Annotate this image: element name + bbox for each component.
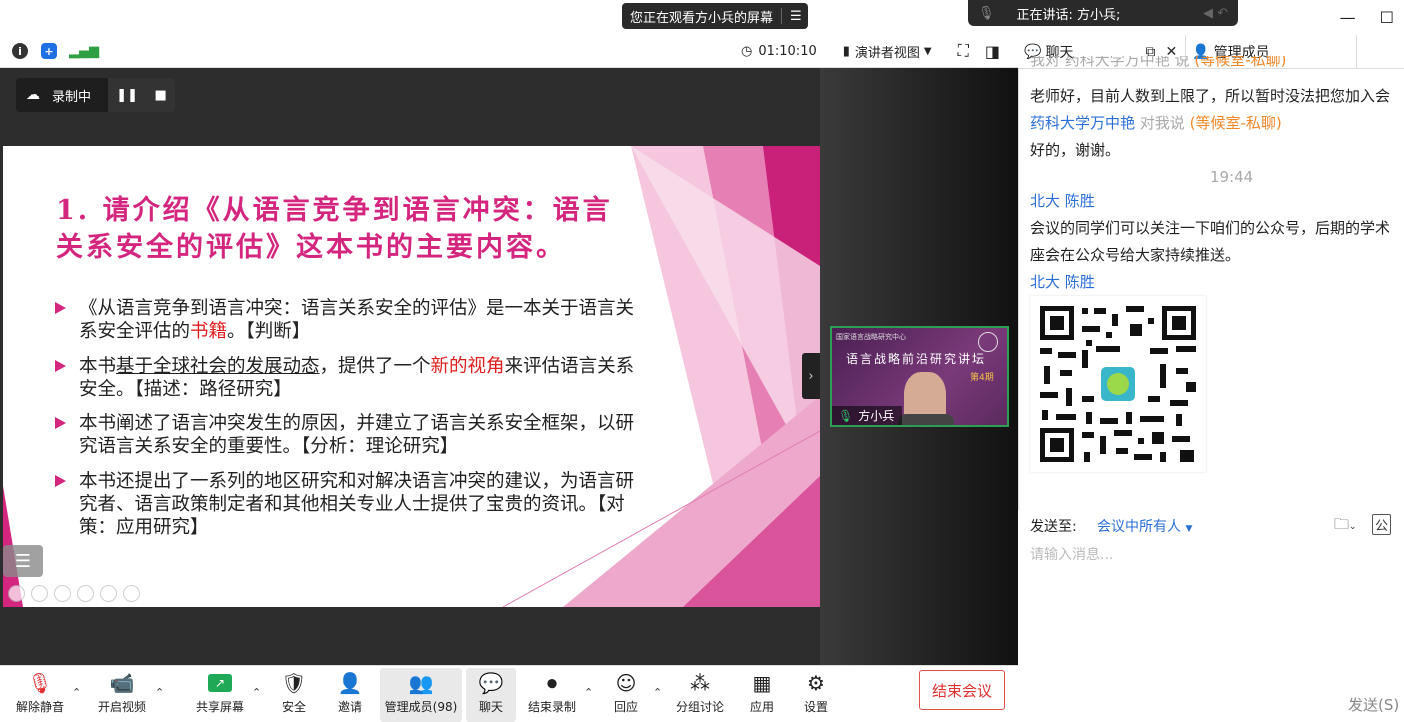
recording-label: 录制中 (52, 89, 92, 105)
apps-icon: ▦ (752, 671, 772, 695)
thumbnail-header: 国家语言战略研究中心 (836, 333, 906, 341)
pen-icon[interactable] (54, 585, 71, 602)
security-button[interactable]: 🛡 安全 (276, 668, 312, 722)
recording-indicator: ☁ 录制中 ❚❚ ■ (16, 78, 175, 112)
send-button[interactable]: 发送(S) (1348, 694, 1399, 715)
invite-button[interactable]: 👤 邀请 (330, 668, 370, 722)
chat-message-text: 座会在公众号给大家持续推送。 (1030, 246, 1241, 264)
thumbnail-banner: 语言战略前沿研究讲坛 (846, 352, 987, 366)
speaker-video-thumbnail[interactable]: 国家语言战略研究中心 语言战略前沿研究讲坛 第4期 🎙 方小兵 (830, 326, 1009, 427)
maximize-icon[interactable]: ☐ (1380, 8, 1394, 27)
video-off-icon: 📹 (109, 671, 135, 695)
send-to-label: 发送至: (1030, 519, 1077, 535)
signal-icon[interactable]: ▂▄▆ (69, 44, 99, 59)
notice-icon[interactable]: 公 (1372, 514, 1392, 535)
menu-icon[interactable]: ☰ (790, 9, 802, 24)
meeting-toolbar: 🎙 解除静音 ⌃ 📹 开启视频 ⌃ ↗ 共享屏幕 ⌃ 🛡 安全 👤 邀请 👥 管理成员(98… (0, 665, 1018, 722)
chat-message-text: 老师好，目前人数到上限了，所以暂时没法把您加入会 (1030, 87, 1391, 105)
chevron-up-icon[interactable]: ⌃ (653, 686, 662, 699)
end-meeting-button[interactable]: 结束会议 (919, 670, 1005, 710)
emoji-icon: ☺ (615, 671, 637, 695)
chevron-down-icon[interactable]: ▼ (924, 46, 932, 57)
reactions-button[interactable]: ☺ 回应 (608, 668, 644, 722)
sidebar-toggle-icon[interactable]: ◨ (985, 42, 1000, 61)
breakout-rooms-button[interactable]: ⁂ 分组讨论 (674, 668, 726, 722)
chevron-up-icon[interactable]: ⌃ (252, 686, 261, 699)
chevron-down-icon: ▼ (1185, 524, 1193, 534)
chat-compose-area: 发送至: 会议中所有人 ▼ 🗀⌄ 公 请输入消息... 发送(S) (1018, 510, 1404, 721)
chevron-up-icon[interactable]: ⌃ (155, 686, 164, 699)
stop-icon[interactable]: ■ (154, 88, 166, 103)
chat-timestamp: 19:44 (1210, 168, 1254, 186)
gear-icon: ⚙ (807, 671, 825, 695)
slide-list-icon[interactable]: ☰ (3, 545, 43, 577)
add-user-icon: 👤 (337, 671, 363, 695)
chevron-up-icon[interactable]: ⌃ (584, 686, 593, 699)
chat-message-sender: 药科大学万中艳 对我说 (等候室-私聊) (1030, 114, 1282, 132)
chat-icon: 💬 (478, 671, 504, 695)
chevron-right-icon[interactable]: › (802, 353, 820, 399)
window-controls: — ☐ (1340, 8, 1394, 27)
meeting-timer: 01:10:10 (758, 43, 817, 59)
viewing-screen-banner[interactable]: 您正在观看方小兵的屏幕 ☰ (622, 3, 808, 29)
mic-icon: 🎙 (838, 408, 854, 423)
minimize-icon[interactable]: — (1340, 8, 1356, 27)
zoom-icon[interactable] (100, 585, 117, 602)
speaking-label: 正在讲话: 方小兵; (1016, 7, 1121, 23)
users-icon: 👥 (408, 671, 434, 695)
info-icon[interactable]: i (12, 43, 28, 59)
shield-icon: 🛡 (281, 671, 307, 695)
slide-bullet: 本书阐述了语言冲突发生的原因，并建立了语言关系安全框架，以研究语言关系安全的重要… (55, 412, 645, 458)
slide-title: 1. 请介绍《从语言竞争到语言冲突：语言关系安全的评估》这本书的主要内容。 (56, 195, 613, 263)
share-screen-button[interactable]: ↗ 共享屏幕 (192, 668, 248, 722)
settings-button[interactable]: ⚙ 设置 (798, 668, 834, 722)
more-icon[interactable] (123, 585, 140, 602)
slide-toolbar (8, 585, 140, 602)
qr-code-image[interactable] (1030, 296, 1206, 472)
next-icon[interactable] (31, 585, 48, 602)
send-to-dropdown[interactable]: 会议中所有人 ▼ (1097, 516, 1192, 536)
stop-recording-button[interactable]: ⏺ 结束录制 (526, 668, 578, 722)
view-mode-dropdown[interactable]: 演讲者视图 (855, 42, 920, 61)
chat-button[interactable]: 💬 聊天 (466, 668, 516, 722)
active-speaker-banner: 🎙 正在讲话: 方小兵; ◀ ↶ (968, 0, 1238, 26)
fullscreen-icon[interactable]: ⛶ (958, 41, 969, 61)
stop-record-icon: ⏺ (547, 671, 557, 695)
presentation-slide: 1. 请介绍《从语言竞争到语言冲突：语言关系安全的评估》这本书的主要内容。 《从… (3, 146, 820, 607)
participants-button[interactable]: 👥 管理成员(98) (380, 668, 462, 722)
chat-message-text: 好的，谢谢。 (1030, 141, 1121, 159)
unmute-button[interactable]: 🎙 解除静音 (12, 668, 68, 722)
slide-bullet: 本书基于全球社会的发展动态，提供了一个新的视角来评估语言关系安全。【描述：路径研… (55, 355, 645, 401)
shield-icon[interactable]: + (41, 43, 57, 59)
speaker-name-tag: 🎙 方小兵 (832, 406, 902, 425)
previous-icon[interactable] (8, 585, 25, 602)
clock-icon: ◷ (741, 43, 753, 59)
meeting-info-bar: i + ▂▄▆ ◷ 01:10:10 ▮ 演讲者视图 ▼ ⛶ ◨ (0, 35, 1018, 68)
thumbnail-issue: 第4期 (970, 373, 994, 383)
mic-muted-icon: 🎙 (978, 5, 995, 21)
chat-message-sender: 我对 药科大学万中艳 说 (等候室-私聊) (1030, 56, 1287, 69)
file-icon[interactable]: 🗀⌄ (1334, 514, 1357, 539)
slide-bullet: 《从语言竞争到语言冲突：语言关系安全的评估》是一本关于语言关系安全评估的书籍。【… (55, 297, 645, 343)
chevron-up-icon[interactable]: ⌃ (72, 686, 81, 699)
pause-icon[interactable]: ❚❚ (116, 88, 138, 103)
view-icon: ▮ (842, 43, 850, 59)
message-input[interactable]: 请输入消息... (1030, 544, 1113, 564)
copy-icon[interactable] (77, 585, 94, 602)
logo-icon (978, 332, 998, 352)
share-screen-icon: ↗ (208, 668, 232, 698)
slide-bullet: 本书还提出了一系列的地区研究和对解决语言冲突的建议，为语言研究者、语言政策制定者… (55, 470, 645, 539)
start-video-button[interactable]: 📹 开启视频 (94, 668, 150, 722)
undo-icon: ◀ ↶ (1202, 5, 1228, 21)
breakout-icon: ⁂ (690, 671, 710, 695)
viewing-label: 您正在观看方小兵的屏幕 (630, 10, 774, 26)
chat-message-text: 会议的同学们可以关注一下咱们的公众号，后期的学术 (1030, 219, 1391, 237)
cloud-icon: ☁ (26, 87, 40, 103)
chat-message-sender: 北大 陈胜 (1030, 273, 1095, 291)
mic-muted-icon: 🎙 (27, 671, 53, 695)
chat-message-sender: 北大 陈胜 (1030, 192, 1095, 210)
apps-button[interactable]: ▦ 应用 (744, 668, 780, 722)
